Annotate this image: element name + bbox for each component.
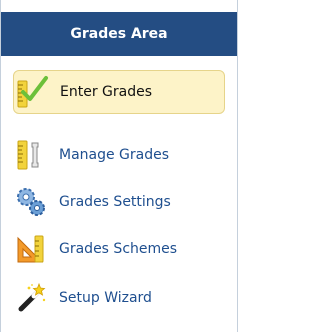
ruler-check-icon (14, 74, 50, 110)
menu-item-grades-schemes[interactable]: Grades Schemes (13, 227, 225, 271)
menu-item-label: Enter Grades (60, 84, 153, 100)
menu-item-label: Grades Schemes (59, 241, 178, 257)
menu-item-label: Manage Grades (59, 147, 170, 163)
triangle-ruler-icon (13, 231, 49, 267)
menu-item-grades-settings[interactable]: Grades Settings (13, 180, 225, 224)
panel-title: Grades Area (70, 26, 168, 42)
menu-item-manage-grades[interactable]: Manage Grades (13, 133, 225, 177)
menu-item-label: Setup Wizard (59, 290, 152, 306)
menu-item-enter-grades[interactable]: Enter Grades (13, 70, 225, 114)
menu-item-label: Grades Settings (59, 194, 171, 210)
magic-wand-icon (13, 280, 49, 316)
menu-item-setup-wizard[interactable]: Setup Wizard (13, 276, 225, 320)
grades-area-panel: Grades Area Enter Grades Manage Grades G… (0, 0, 238, 332)
panel-header: Grades Area (1, 12, 237, 56)
ruler-tool-icon (13, 137, 49, 173)
gears-icon (13, 184, 49, 220)
